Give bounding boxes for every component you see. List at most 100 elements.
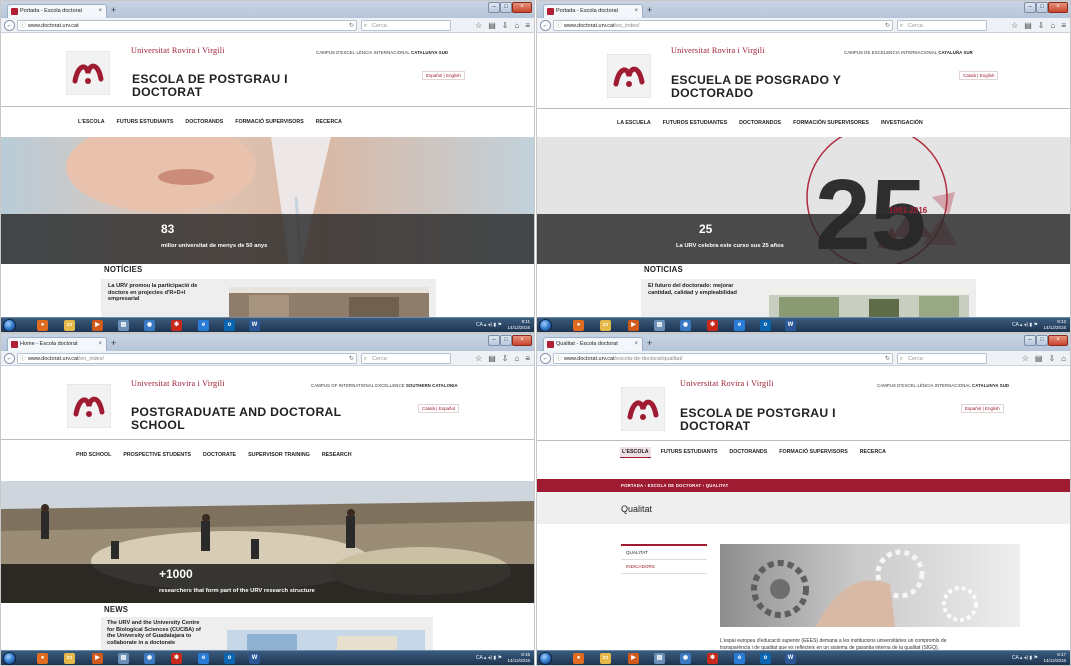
home-icon[interactable]: ⌂ xyxy=(514,352,519,365)
download-icon[interactable]: ⇩ xyxy=(502,19,509,32)
folder-icon[interactable]: ▭ xyxy=(64,320,75,331)
tray-clock[interactable]: 8:15 14/12/2016 xyxy=(507,652,530,665)
menu-item[interactable]: FORMACIÓN SUPERVISORES xyxy=(791,118,871,128)
star-icon[interactable]: ☆ xyxy=(1022,352,1029,365)
back-arrow-icon[interactable]: ← xyxy=(540,353,551,364)
maximize-button[interactable]: □ xyxy=(1036,2,1048,13)
new-tab-icon[interactable]: + xyxy=(647,337,652,349)
chrome-icon[interactable]: ◉ xyxy=(144,320,155,331)
url-bar[interactable]: ⓘ www.doctorat.urv.cat ↻ xyxy=(17,20,357,31)
search-input[interactable]: ⌕ Cerca xyxy=(361,353,451,364)
lang-link-1[interactable]: Català xyxy=(422,406,435,411)
paint-icon[interactable]: ✱ xyxy=(707,320,718,331)
news-headline[interactable]: La URV promou la participació de doctors… xyxy=(108,283,197,303)
paint-icon[interactable]: ✱ xyxy=(707,653,718,664)
folder-icon[interactable]: ▭ xyxy=(64,653,75,664)
urv-logo[interactable] xyxy=(66,51,110,95)
outlook-icon[interactable]: o xyxy=(224,653,235,664)
clipboard-icon[interactable]: ▤ xyxy=(1024,19,1032,32)
urv-logo[interactable] xyxy=(607,54,651,98)
menu-item[interactable]: PHD SCHOOL xyxy=(74,450,113,460)
word-icon[interactable]: W xyxy=(249,320,260,331)
download-icon[interactable]: ⇩ xyxy=(1038,19,1045,32)
close-tab-icon[interactable]: × xyxy=(98,338,102,351)
start-button[interactable] xyxy=(3,319,16,332)
back-arrow-icon[interactable]: ← xyxy=(4,20,15,31)
menu-item[interactable]: RESEARCH xyxy=(320,450,354,460)
outlook-icon[interactable]: o xyxy=(224,320,235,331)
close-window-button[interactable]: × xyxy=(512,2,532,13)
close-tab-icon[interactable]: × xyxy=(634,338,638,351)
media-player-icon[interactable]: ▶ xyxy=(92,653,103,664)
start-button[interactable] xyxy=(3,652,16,665)
reload-icon[interactable]: ↻ xyxy=(885,21,890,30)
browser-tab[interactable]: Qualitat - Escola doctorat × xyxy=(543,337,643,351)
start-button[interactable] xyxy=(539,652,552,665)
clipboard-icon[interactable]: ▤ xyxy=(488,352,496,365)
minimize-button[interactable]: – xyxy=(488,335,500,346)
lang-link-1[interactable]: Català xyxy=(963,73,976,78)
url-bar[interactable]: ⓘ www.doctorat.urv.cat/en_index/ ↻ xyxy=(17,353,357,364)
lang-link-1[interactable]: Español xyxy=(965,406,981,411)
home-icon[interactable]: ⌂ xyxy=(1050,19,1055,32)
media-player-icon[interactable]: ▶ xyxy=(628,653,639,664)
close-window-button[interactable]: × xyxy=(512,335,532,346)
side-item-indicadors[interactable]: INDICADORS xyxy=(621,560,707,574)
hamburger-icon[interactable]: ≡ xyxy=(1061,19,1066,32)
reload-icon[interactable]: ↻ xyxy=(349,354,354,363)
clipboard-icon[interactable]: ▤ xyxy=(1035,352,1043,365)
star-icon[interactable]: ☆ xyxy=(1011,19,1018,32)
menu-item[interactable]: DOCTORANDOS xyxy=(737,118,783,128)
download-icon[interactable]: ⇩ xyxy=(1048,352,1055,365)
search-input[interactable]: ⌕ Cerca xyxy=(897,353,987,364)
menu-item[interactable]: INVESTIGACIÓN xyxy=(879,118,925,128)
close-tab-icon[interactable]: × xyxy=(98,5,102,18)
star-icon[interactable]: ☆ xyxy=(475,19,482,32)
new-tab-icon[interactable]: + xyxy=(647,4,652,16)
new-tab-icon[interactable]: + xyxy=(111,4,116,16)
lang-link-2[interactable]: English xyxy=(446,73,461,78)
document-icon[interactable]: ▤ xyxy=(654,320,665,331)
firefox-icon[interactable]: ● xyxy=(37,320,48,331)
home-icon[interactable]: ⌂ xyxy=(1061,352,1066,365)
tray-language[interactable]: CA xyxy=(476,322,483,328)
chrome-icon[interactable]: ◉ xyxy=(144,653,155,664)
clipboard-icon[interactable]: ▤ xyxy=(488,19,496,32)
tray-language[interactable]: CA xyxy=(1012,322,1019,328)
firefox-icon[interactable]: ● xyxy=(573,320,584,331)
lang-link-1[interactable]: Español xyxy=(426,73,442,78)
start-button[interactable] xyxy=(539,319,552,332)
word-icon[interactable]: W xyxy=(785,320,796,331)
close-window-button[interactable]: × xyxy=(1048,335,1068,346)
media-player-icon[interactable]: ▶ xyxy=(628,320,639,331)
tray-clock[interactable]: 8:12 14/12/2016 xyxy=(1043,319,1066,332)
internet-explorer-icon[interactable]: e xyxy=(734,320,745,331)
menu-item[interactable]: PROSPECTIVE STUDENTS xyxy=(121,450,193,460)
news-headline[interactable]: El futuro del doctorado: mejorar cantida… xyxy=(648,283,737,296)
breadcrumb-escola[interactable]: ESCOLA DE DOCTORAT xyxy=(648,483,702,488)
tray-clock[interactable]: 8:17 14/12/2016 xyxy=(1043,652,1066,665)
news-headline[interactable]: The URV and the University Centre for Bi… xyxy=(107,620,201,646)
document-icon[interactable]: ▤ xyxy=(118,653,129,664)
reload-icon[interactable]: ↻ xyxy=(349,21,354,30)
menu-item[interactable]: SUPERVISOR TRAINING xyxy=(246,450,312,460)
close-tab-icon[interactable]: × xyxy=(634,5,638,18)
side-item-qualitat[interactable]: QUALITAT xyxy=(621,546,707,560)
maximize-button[interactable]: □ xyxy=(500,2,512,13)
minimize-button[interactable]: – xyxy=(488,2,500,13)
internet-explorer-icon[interactable]: e xyxy=(198,653,209,664)
lang-link-2[interactable]: Español xyxy=(439,406,455,411)
minimize-button[interactable]: – xyxy=(1024,335,1036,346)
menu-item[interactable]: FUTUROS ESTUDIANTES xyxy=(661,118,729,128)
document-icon[interactable]: ▤ xyxy=(654,653,665,664)
chrome-icon[interactable]: ◉ xyxy=(680,653,691,664)
outlook-icon[interactable]: o xyxy=(760,320,771,331)
folder-icon[interactable]: ▭ xyxy=(600,653,611,664)
hamburger-icon[interactable]: ≡ xyxy=(525,19,530,32)
firefox-icon[interactable]: ● xyxy=(37,653,48,664)
tray-clock[interactable]: 8:11 14/12/2016 xyxy=(507,319,530,332)
maximize-button[interactable]: □ xyxy=(1036,335,1048,346)
menu-item[interactable]: FORMACIÓ SUPERVISORS xyxy=(777,447,849,458)
home-icon[interactable]: ⌂ xyxy=(514,19,519,32)
firefox-icon[interactable]: ● xyxy=(573,653,584,664)
